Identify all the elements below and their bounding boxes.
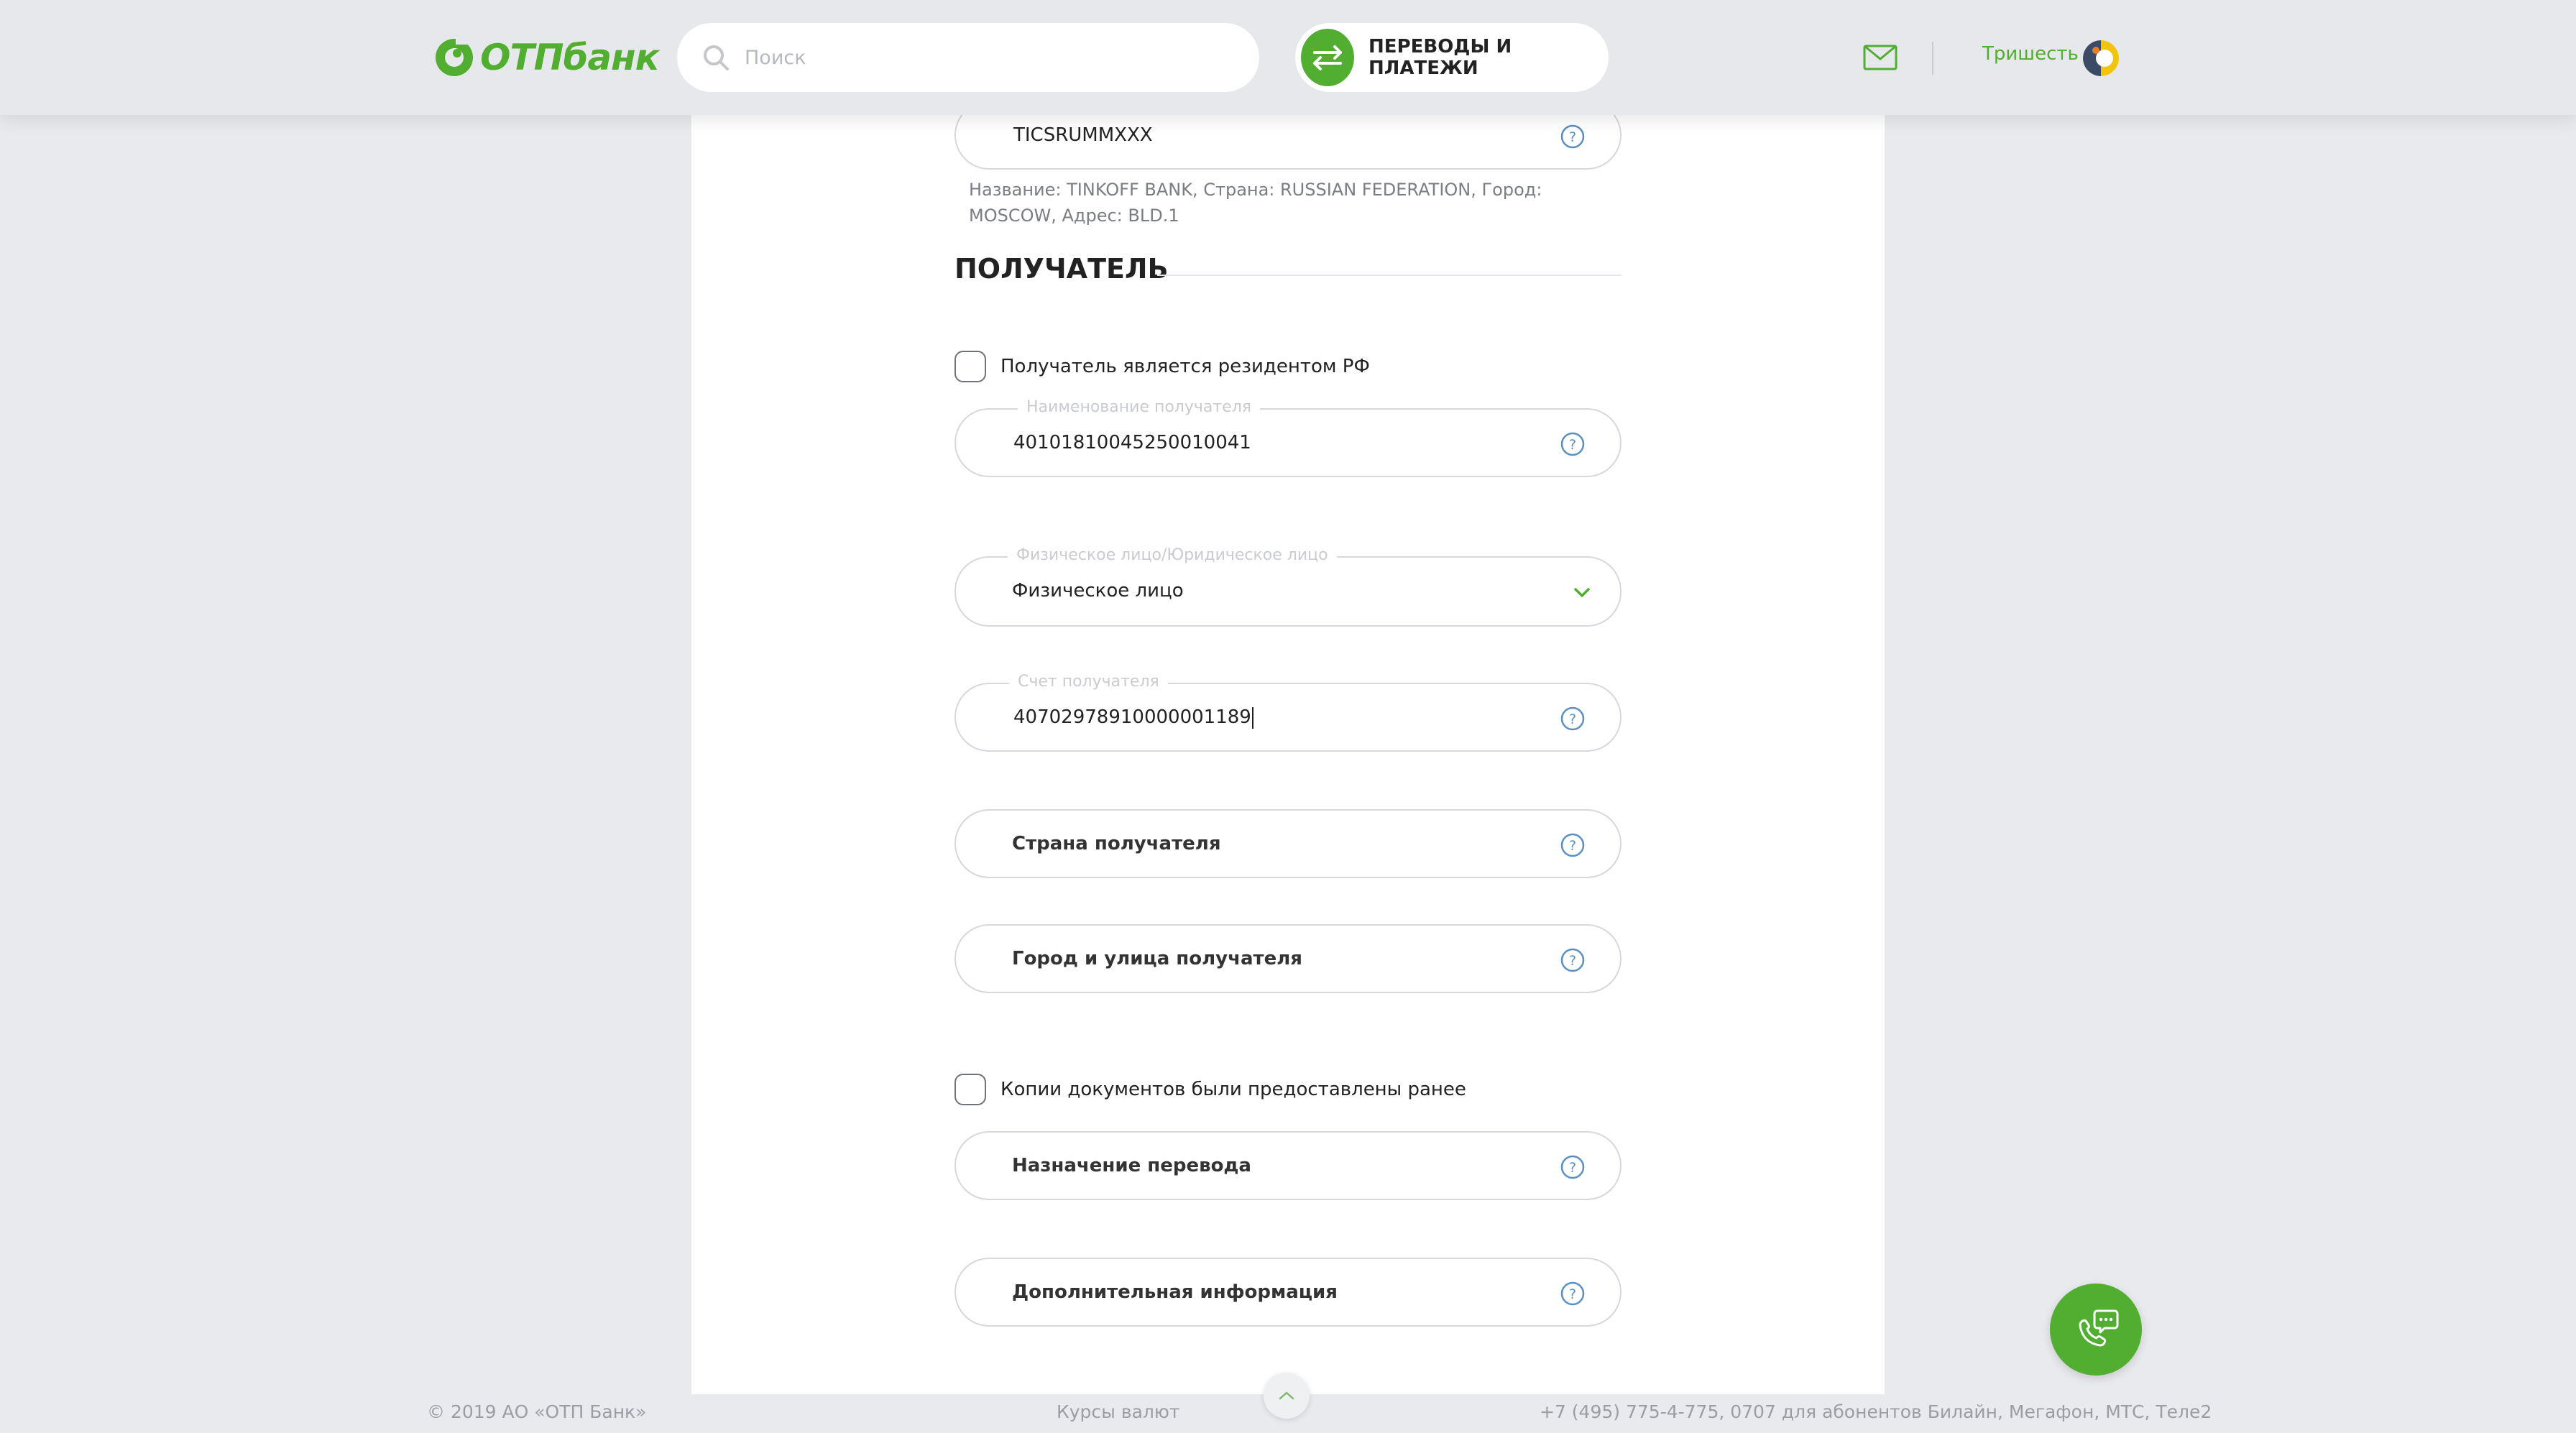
transfers-label: ПЕРЕВОДЫ И ПЛАТЕЖИ xyxy=(1368,36,1512,79)
help-icon[interactable]: ? xyxy=(1560,1154,1586,1180)
search-box[interactable] xyxy=(677,23,1259,92)
resident-checkbox-label: Получатель является резидентом РФ xyxy=(1000,356,1370,377)
help-icon[interactable]: ? xyxy=(1560,124,1586,149)
person-type-select[interactable]: Физическое лицо/Юридическое лицо Физичес… xyxy=(954,546,1622,627)
search-icon xyxy=(704,45,729,70)
svg-text:?: ? xyxy=(1569,711,1576,727)
svg-text:?: ? xyxy=(1569,129,1576,145)
footer-copyright: © 2019 АО «ОТП Банк» xyxy=(427,1401,647,1422)
footer-rates-link[interactable]: Курсы валют xyxy=(1057,1401,1179,1422)
recipient-country-label: Страна получателя xyxy=(1012,833,1221,854)
transfer-purpose-field[interactable]: Назначение перевода ? xyxy=(954,1131,1622,1200)
avatar[interactable] xyxy=(2083,40,2119,76)
additional-info-label: Дополнительная информация xyxy=(1012,1281,1338,1303)
help-icon[interactable]: ? xyxy=(1560,431,1586,457)
user-name-link[interactable]: Тришесть xyxy=(1982,43,2079,65)
docs-checkbox-label: Копии документов были предоставлены ране… xyxy=(1000,1079,1466,1100)
chat-call-button[interactable] xyxy=(2050,1284,2142,1376)
help-icon[interactable]: ? xyxy=(1560,832,1586,858)
recipient-city-label: Город и улица получателя xyxy=(1012,948,1302,969)
svg-text:?: ? xyxy=(1569,1160,1576,1176)
help-icon[interactable]: ? xyxy=(1560,706,1586,732)
section-divider xyxy=(1157,275,1622,276)
recipient-country-field[interactable]: Страна получателя ? xyxy=(954,809,1622,878)
recipient-name-field[interactable]: Наименование получателя 4010181004525001… xyxy=(954,398,1622,477)
recipient-account-value[interactable]: 40702978910000001189 xyxy=(1013,684,1254,750)
svg-text:?: ? xyxy=(1569,838,1576,854)
logo-text: ОТПбанк xyxy=(480,37,660,78)
resident-checkbox-row[interactable]: Получатель является резидентом РФ xyxy=(954,351,1370,382)
scroll-up-button[interactable] xyxy=(1264,1373,1310,1419)
header-divider xyxy=(1932,42,1933,75)
section-title-recipient: ПОЛУЧАТЕЛЬ xyxy=(954,253,1169,285)
help-icon[interactable]: ? xyxy=(1560,947,1586,973)
additional-info-field[interactable]: Дополнительная информация ? xyxy=(954,1258,1622,1327)
recipient-account-field[interactable]: Счет получателя 40702978910000001189 ? xyxy=(954,673,1622,752)
svg-text:?: ? xyxy=(1569,1286,1576,1302)
transfer-arrows-icon xyxy=(1301,29,1355,86)
phone-chat-icon xyxy=(2079,1309,2119,1347)
bank-info-text: Название: TINKOFF BANK, Страна: RUSSIAN … xyxy=(969,180,1542,226)
docs-checkbox[interactable] xyxy=(954,1074,986,1105)
chevron-down-icon[interactable] xyxy=(1570,582,1594,602)
transfers-payments-button[interactable]: ПЕРЕВОДЫ И ПЛАТЕЖИ xyxy=(1295,23,1609,92)
person-type-value: Физическое лицо xyxy=(1012,580,1184,602)
top-header: ОТПбанк ПЕРЕВОДЫ И ПЛАТЕЖИ Тришесть xyxy=(0,0,2576,115)
mail-icon[interactable] xyxy=(1863,45,1898,70)
otp-logo[interactable]: ОТПбанк xyxy=(434,36,660,79)
transfer-purpose-label: Назначение перевода xyxy=(1012,1155,1251,1176)
footer-phones: +7 (495) 775-4-775, 0707 для абонентов Б… xyxy=(1540,1401,2212,1422)
svg-text:?: ? xyxy=(1569,953,1576,969)
otp-logo-icon xyxy=(434,37,474,78)
chevron-up-icon xyxy=(1279,1391,1294,1400)
help-icon[interactable]: ? xyxy=(1560,1281,1586,1307)
search-input[interactable] xyxy=(743,45,1177,70)
svg-text:?: ? xyxy=(1569,437,1576,453)
form-card xyxy=(691,115,1885,1394)
docs-checkbox-row[interactable]: Копии документов были предоставлены ране… xyxy=(954,1074,1466,1105)
recipient-city-field[interactable]: Город и улица получателя ? xyxy=(954,924,1622,993)
recipient-name-value: 40101810045250010041 xyxy=(1013,432,1251,453)
resident-checkbox[interactable] xyxy=(954,351,986,382)
